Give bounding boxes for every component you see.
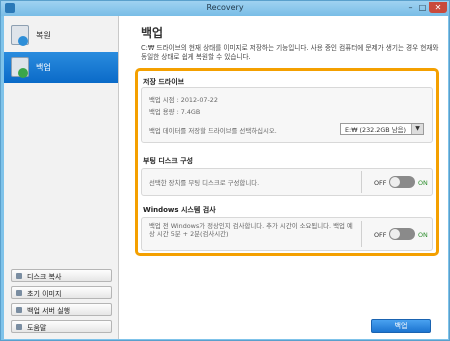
boot-disk-toggle-on-label: ON [418, 179, 428, 187]
help-icon [16, 324, 22, 330]
windows-check-section-title: Windows 시스템 검사 [143, 206, 216, 214]
restore-icon [11, 25, 29, 46]
help-button[interactable]: 도움말 [11, 320, 112, 333]
backup-server-label: 백업 서버 실행 [27, 307, 71, 315]
sidebar-item-label: 백업 [36, 63, 51, 72]
page-description: C:₩ 드라이브의 현재 상태를 이미지로 저장하는 기능입니다. 사용 중인 … [141, 44, 439, 61]
windows-check-divider [361, 221, 362, 247]
sidebar: 복원 백업 디스크 복사 초기 이미지 백업 서버 실행 도움말 [4, 16, 119, 339]
title-bar: Recovery – □ ✕ [1, 1, 449, 16]
main-panel: 백업 C:₩ 드라이브의 현재 상태를 이미지로 저장하는 기능입니다. 사용 … [119, 16, 448, 339]
disk-copy-label: 디스크 복사 [27, 273, 62, 281]
content-area: 복원 백업 디스크 복사 초기 이미지 백업 서버 실행 도움말 백업 C:₩ … [4, 16, 448, 339]
boot-disk-toggle-off-label: OFF [374, 179, 387, 187]
drive-select-value: E:₩ (232.2GB 남음) [345, 126, 406, 134]
storage-section-title: 저장 드라이브 [143, 78, 185, 86]
disk-copy-icon [16, 273, 22, 279]
minimize-button[interactable]: – [405, 2, 416, 13]
windows-check-toggle[interactable] [389, 228, 415, 240]
boot-disk-divider [361, 171, 362, 193]
toggle-knob [390, 177, 400, 187]
drive-select[interactable]: E:₩ (232.2GB 남음) ▼ [340, 123, 424, 135]
window-title: Recovery [206, 3, 244, 12]
initial-image-label: 초기 이미지 [27, 290, 62, 298]
initial-image-button[interactable]: 초기 이미지 [11, 286, 112, 299]
boot-disk-section-title: 부팅 디스크 구성 [143, 157, 193, 165]
initial-image-icon [16, 290, 22, 296]
sidebar-item-label: 복원 [36, 31, 51, 40]
help-label: 도움말 [27, 324, 47, 332]
boot-disk-description: 선택한 장치를 부팅 디스크로 구성합니다. [149, 179, 260, 187]
toggle-knob [390, 229, 400, 239]
windows-check-toggle-on-label: ON [418, 231, 428, 239]
sidebar-item-restore[interactable]: 복원 [4, 20, 118, 51]
backup-button[interactable]: 백업 [371, 319, 431, 333]
sidebar-item-backup[interactable]: 백업 [4, 52, 118, 83]
backup-server-icon [16, 307, 22, 313]
chevron-down-icon: ▼ [411, 124, 423, 134]
recovery-window: Recovery – □ ✕ 복원 백업 디스크 복사 초기 이미지 백업 서버… [0, 0, 450, 341]
backup-server-button[interactable]: 백업 서버 실행 [11, 303, 112, 316]
backup-icon [11, 57, 29, 78]
backup-size: 백업 용량 : 7.4GB [149, 108, 201, 116]
close-button[interactable]: ✕ [429, 2, 447, 13]
drive-select-prompt: 백업 데이터를 저장할 드라이브를 선택하십시오. [149, 127, 277, 135]
page-title: 백업 [141, 26, 164, 40]
boot-disk-toggle[interactable] [389, 176, 415, 188]
maximize-button[interactable]: □ [417, 2, 428, 13]
disk-copy-button[interactable]: 디스크 복사 [11, 269, 112, 282]
backup-time: 백업 시점 : 2012-07-22 [149, 96, 218, 104]
windows-check-toggle-off-label: OFF [374, 231, 387, 239]
windows-check-description: 백업 전 Windows가 정상인지 검사합니다. 추가 시간이 소요됩니다. … [149, 222, 353, 238]
